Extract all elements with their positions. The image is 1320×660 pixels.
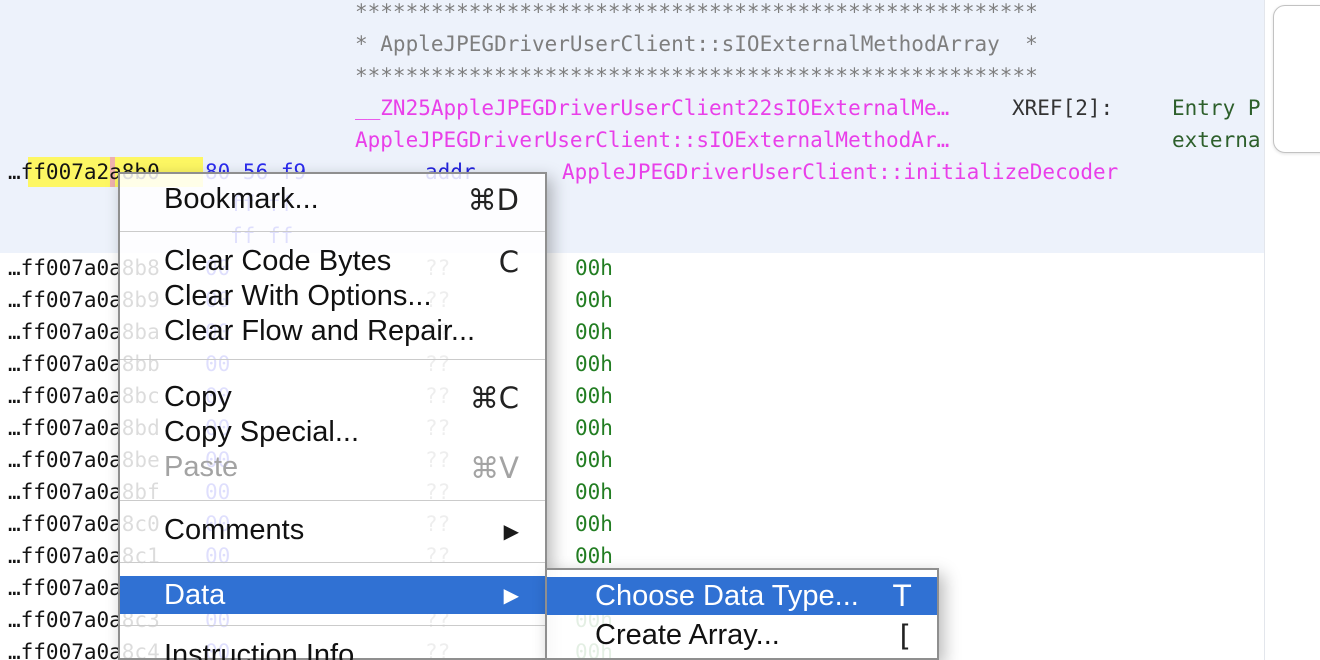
menu-separator [120,231,545,232]
shortcut-label: [ [900,619,911,653]
scrollbar-track[interactable] [1264,0,1320,660]
comment-title-line: * AppleJPEGDriverUserClient::sIOExternal… [0,28,1320,60]
menu-item-label: Paste [164,451,238,484]
value-field[interactable]: 00h [575,316,613,348]
value-field[interactable]: 00h [575,444,613,476]
shortcut-label: ⌘D [468,183,519,217]
menu-item-clear-flow-and-repair[interactable]: Clear Flow and Repair... [120,314,545,349]
ghidra-listing-window: ****************************************… [0,0,1320,660]
value-field[interactable]: 00h [575,508,613,540]
xref-ref[interactable]: Entry P [1172,92,1261,124]
submenu-arrow-icon: ▶ [504,519,519,543]
value-field[interactable]: 00h [575,476,613,508]
shortcut-label: T [893,579,911,613]
menu-item-bookmark[interactable]: Bookmark... ⌘D [120,182,545,217]
menu-item-label: Copy Special... [164,416,359,449]
value-field[interactable]: 00h [575,380,613,412]
menu-separator [120,500,545,501]
shortcut-label: ⌘C [470,381,519,415]
menu-item-label: Comments [164,514,304,547]
symbol-mangled-line: __ZN25AppleJPEGDriverUserClient22sIOExte… [0,92,1320,124]
submenu-item-choose-data-type[interactable]: Choose Data Type... T [547,577,937,615]
menu-item-label: Choose Data Type... [595,580,859,613]
menu-item-comments[interactable]: Comments ▶ [120,513,545,548]
menu-item-copy[interactable]: Copy ⌘C [120,380,545,415]
symbol-demangled-line: AppleJPEGDriverUserClient::sIOExternalMe… [0,124,1320,156]
mangled-symbol-label[interactable]: __ZN25AppleJPEGDriverUserClient22sIOExte… [355,92,949,124]
comment-border: ****************************************… [355,60,1038,92]
menu-item-label: Copy [164,381,232,414]
submenu-arrow-icon: ▶ [504,583,519,607]
menu-item-label: Instruction Info... [164,639,378,660]
comment-border-line: ****************************************… [0,0,1320,28]
value-field[interactable]: 00h [575,252,613,284]
comment-border: ****************************************… [355,0,1038,28]
menu-item-paste: Paste ⌘V [120,450,545,485]
value-field[interactable]: 00h [575,348,613,380]
menu-separator [120,562,545,563]
shortcut-label: C [499,245,519,279]
menu-item-copy-special[interactable]: Copy Special... [120,415,545,450]
comment-title: * AppleJPEGDriverUserClient::sIOExternal… [355,28,1038,60]
data-submenu: Choose Data Type... T Create Array... [ [545,568,939,660]
menu-separator [120,625,545,626]
menu-item-label: Bookmark... [164,183,319,216]
menu-item-clear-with-options[interactable]: Clear With Options... [120,279,545,314]
shortcut-label: ⌘V [470,451,519,485]
menu-item-instruction-info[interactable]: Instruction Info... [120,638,545,660]
xref-ref[interactable]: externa [1172,124,1261,156]
submenu-item-create-array[interactable]: Create Array... [ [547,618,937,653]
scrollbar-thumb[interactable] [1273,5,1320,153]
menu-item-clear-code-bytes[interactable]: Clear Code Bytes C [120,244,545,279]
menu-item-label: Clear Flow and Repair... [164,315,475,348]
demangled-symbol-label[interactable]: AppleJPEGDriverUserClient::sIOExternalMe… [355,124,949,156]
value-field[interactable]: 00h [575,284,613,316]
operand-symbol[interactable]: AppleJPEGDriverUserClient::initializeDec… [562,156,1118,188]
menu-item-label: Clear With Options... [164,280,432,313]
comment-border-line: ****************************************… [0,60,1320,92]
menu-separator [120,359,545,360]
menu-item-data[interactable]: Data ▶ [120,576,545,614]
xref-label: XREF[2]: [1012,92,1113,124]
menu-item-label: Create Array... [595,619,780,652]
menu-item-label: Clear Code Bytes [164,245,391,278]
value-field[interactable]: 00h [575,412,613,444]
menu-item-label: Data [164,579,225,612]
context-menu: Bookmark... ⌘D Clear Code Bytes C Clear … [118,172,547,660]
